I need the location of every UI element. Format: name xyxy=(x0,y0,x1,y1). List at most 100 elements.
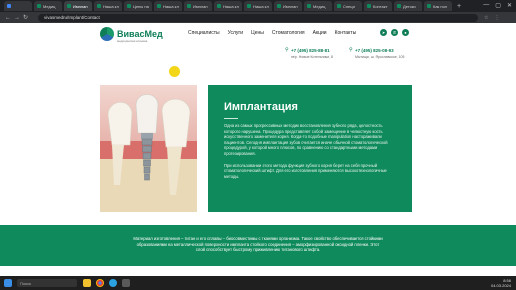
tab-label: Цены на xyxy=(133,3,149,9)
tab-label: Имплан xyxy=(283,3,298,9)
info-band: Материал изготовления – титан и его спла… xyxy=(0,225,516,266)
tab-favicon-icon xyxy=(367,4,371,8)
browser-tab[interactable]: Медиц xyxy=(304,1,332,11)
reload-icon[interactable]: ↻ xyxy=(23,14,32,21)
browser-tab[interactable]: Наша кл xyxy=(94,1,122,11)
logo-mark-icon xyxy=(100,27,114,41)
tab-favicon-icon xyxy=(277,4,281,8)
logo-name: ВивасМед xyxy=(117,29,163,39)
cursor-highlight xyxy=(169,66,180,77)
tab-label: Как пол xyxy=(433,3,448,9)
social-links: ➤ ✆ ● xyxy=(380,29,409,36)
taskbar-search-input[interactable]: Поиск xyxy=(17,279,77,287)
browser-tab[interactable]: Медиц xyxy=(34,1,62,11)
phone-number-1[interactable]: +7 (495) 825-88-81 xyxy=(291,48,333,53)
site-logo[interactable]: ВивасМед медицинская клиника xyxy=(100,27,163,43)
title-divider xyxy=(224,118,238,119)
browser-tab[interactable]: Цены на xyxy=(124,1,152,11)
menu-item-contacts[interactable]: Контакты xyxy=(335,30,357,36)
minimize-icon[interactable]: — xyxy=(483,2,489,9)
browser-menu-icon[interactable]: ⋮ xyxy=(494,15,499,21)
implant-illustration xyxy=(100,85,197,212)
phone-block-1: ⚲ +7 (495) 825-88-81 пер. Новые Котельни… xyxy=(285,47,333,60)
tab-favicon-icon xyxy=(247,4,251,8)
hero-panel: Имплантация Одна из самых прогрессивных … xyxy=(208,85,412,212)
page-title: Имплантация xyxy=(224,101,298,113)
url-input[interactable]: vivasmedru/Implant/Contact xyxy=(38,13,478,22)
browser-tab[interactable]: Как пол xyxy=(424,1,452,11)
os-taskbar: Поиск 8:56 04.03.2024 xyxy=(0,276,516,290)
tab-favicon-icon xyxy=(307,4,311,8)
tab-label: Имплан xyxy=(193,3,208,9)
menu-item-specialists[interactable]: Специалисты xyxy=(188,30,220,36)
phone-number-2[interactable]: +7 (495) 825-08-93 xyxy=(355,48,405,53)
tab-label: Наша кл xyxy=(223,3,239,9)
forward-icon[interactable]: → xyxy=(14,15,23,21)
browser-tab[interactable]: Наша кл xyxy=(214,1,242,11)
tab-favicon-icon xyxy=(397,4,401,8)
address-bar: ← → ↻ vivasmedru/Implant/Contact ☆ ⋮ xyxy=(0,12,516,23)
new-tab-button[interactable]: + xyxy=(457,3,461,10)
system-clock[interactable]: 8:56 04.03.2024 xyxy=(491,278,511,288)
phone-contacts: ⚲ +7 (495) 825-88-81 пер. Новые Котельни… xyxy=(285,47,405,60)
tab-favicon-icon xyxy=(37,4,41,8)
menu-item-promotions[interactable]: Акции xyxy=(313,30,327,36)
info-band-text: Материал изготовления – титан и его спла… xyxy=(133,236,383,253)
tab-label: Наша кл xyxy=(103,3,119,9)
telegram-icon[interactable]: ➤ xyxy=(380,29,387,36)
clock-date: 04.03.2024 xyxy=(490,283,511,288)
close-icon[interactable]: ✕ xyxy=(507,2,512,9)
main-menu: Специалисты Услуги Цены Стоматология Акц… xyxy=(188,30,356,36)
tab-favicon-icon xyxy=(127,4,131,8)
tab-label: Детски xyxy=(403,3,416,9)
browser-tab[interactable]: Детски xyxy=(394,1,422,11)
maximize-icon[interactable]: ▢ xyxy=(495,2,501,9)
browser-tab[interactable] xyxy=(4,1,32,11)
browser-tab[interactable]: Контакт xyxy=(364,1,392,11)
tab-label: Медиц xyxy=(43,3,56,9)
browser-tab[interactable]: Имплан xyxy=(184,1,212,11)
hero-paragraph-2: При использовании этого метода функция з… xyxy=(224,162,387,179)
tab-favicon-icon xyxy=(7,4,11,8)
bookmark-star-icon[interactable]: ☆ xyxy=(484,15,488,21)
file-explorer-icon[interactable] xyxy=(83,279,91,287)
browser-tab[interactable]: Наша кл xyxy=(154,1,182,11)
browser-tab-bar: Медиц Имплан Наша кл Цены на Наша кл Имплан На… xyxy=(0,0,516,12)
telegram-app-icon[interactable] xyxy=(109,279,117,287)
vk-icon[interactable]: ● xyxy=(402,29,409,36)
back-icon[interactable]: ← xyxy=(5,15,14,21)
browser-tab[interactable]: Имплан xyxy=(64,1,92,11)
implant-illustration-svg xyxy=(100,94,197,212)
start-icon[interactable] xyxy=(4,279,12,287)
store-icon[interactable] xyxy=(122,279,130,287)
location-pin-icon: ⚲ xyxy=(285,47,289,53)
tab-label: Наша кл xyxy=(163,3,179,9)
tab-label: Наша кл xyxy=(253,3,269,9)
browser-tab[interactable]: Имплан xyxy=(274,1,302,11)
tab-favicon-icon xyxy=(67,4,71,8)
tab-favicon-icon xyxy=(157,4,161,8)
tab-label: Контакт xyxy=(373,3,388,9)
menu-item-services[interactable]: Услуги xyxy=(228,30,243,36)
browser-tab[interactable]: Наша кл xyxy=(244,1,272,11)
tab-favicon-icon xyxy=(187,4,191,8)
phone-block-2: ⚲ +7 (495) 825-08-93 Мытищи, ш. Ярославс… xyxy=(348,47,405,60)
menu-item-dentistry[interactable]: Стоматология xyxy=(272,30,305,36)
whatsapp-icon[interactable]: ✆ xyxy=(391,29,398,36)
chrome-icon[interactable] xyxy=(96,279,104,287)
logo-tagline: медицинская клиника xyxy=(117,39,148,43)
phone-address-2: Мытищи, ш. Ярославское, 105 xyxy=(354,55,405,59)
tab-label: Имплан xyxy=(73,3,88,9)
tab-label: Специ xyxy=(343,3,355,9)
menu-item-prices[interactable]: Цены xyxy=(251,30,264,36)
tab-favicon-icon xyxy=(427,4,431,8)
tab-favicon-icon xyxy=(97,4,101,8)
hero-paragraph-1: Одна из самых прогрессивных методик восс… xyxy=(224,123,388,156)
window-controls: — ▢ ✕ xyxy=(483,2,512,9)
phone-address-1: пер. Новые Котельники, 8 xyxy=(291,55,333,59)
location-pin-icon: ⚲ xyxy=(348,47,353,53)
browser-tab[interactable]: Специ xyxy=(334,1,362,11)
tab-label: Медиц xyxy=(313,3,326,9)
site-header: ВивасМед медицинская клиника Специалисты… xyxy=(0,23,516,85)
tab-favicon-icon xyxy=(337,4,341,8)
